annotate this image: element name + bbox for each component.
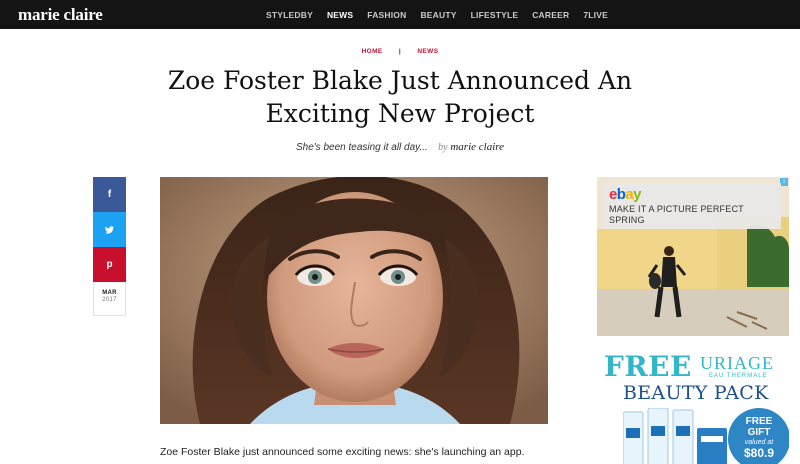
pinterest-share-button[interactable]: p: [93, 247, 126, 282]
byline-by: by: [438, 142, 448, 153]
site-logo[interactable]: marie claire: [18, 5, 103, 25]
article-subtitle: She's been teasing it all day... . by ma…: [0, 141, 800, 153]
article-body-paragraph: Zoe Foster Blake just announced some exc…: [160, 446, 525, 458]
uriage-logo: URIAGE: [700, 353, 774, 373]
nav-item-7live[interactable]: 7LIVE: [583, 10, 608, 20]
publish-month: MAR: [102, 290, 117, 296]
uriage-gift-badge: FREE GIFT valued at $80.9: [728, 408, 789, 464]
nav-item-lifestyle[interactable]: LIFESTYLE: [471, 10, 519, 20]
portrait-photo: [160, 177, 548, 424]
teaser-fade: .: [427, 142, 437, 153]
uriage-ad[interactable]: FREE URIAGE EAU THERMALE BEAUTY PACK FRE…: [597, 352, 789, 464]
article-author[interactable]: marie claire: [450, 141, 504, 153]
uriage-products-image: [623, 408, 727, 464]
twitter-icon: [105, 225, 114, 234]
article-teaser: She's been teasing it all day...: [295, 142, 428, 153]
pinterest-icon: p: [106, 259, 113, 270]
uriage-free-headline: FREE: [604, 352, 692, 383]
publish-date: MAR 2017: [93, 282, 126, 316]
ebay-ad[interactable]: i ebay MAKE IT A PICTURE PERFECT SPRING: [597, 177, 789, 336]
article-title: Zoe Foster Blake Just Announced An Excit…: [167, 66, 633, 128]
top-nav-bar: marie claire STYLEDBY NEWS FASHION BEAUT…: [0, 0, 800, 29]
ebay-ad-text: MAKE IT A PICTURE PERFECT SPRING: [609, 204, 744, 225]
ebay-ad-panel: ebay MAKE IT A PICTURE PERFECT SPRING: [603, 183, 781, 229]
nav-item-career[interactable]: CAREER: [532, 10, 569, 20]
publish-year: 2017: [102, 297, 117, 303]
breadcrumb-separator: |: [398, 48, 402, 55]
ad-choices-icon[interactable]: i: [780, 178, 788, 186]
breadcrumb-news[interactable]: NEWS: [417, 48, 438, 55]
nav-item-fashion[interactable]: FASHION: [367, 10, 406, 20]
uriage-beauty-pack: BEAUTY PACK: [623, 382, 769, 404]
breadcrumb-home[interactable]: HOME: [362, 48, 383, 55]
nav-item-styledby[interactable]: STYLEDBY: [266, 10, 313, 20]
ebay-logo: ebay: [609, 186, 641, 203]
uriage-subbrand: EAU THERMALE: [709, 373, 768, 379]
nav-item-beauty[interactable]: BEAUTY: [420, 10, 456, 20]
facebook-icon: f: [107, 189, 112, 200]
share-rail: f p MAR 2017: [93, 177, 126, 316]
twitter-share-button[interactable]: [93, 212, 126, 247]
facebook-share-button[interactable]: f: [93, 177, 126, 212]
nav-item-news[interactable]: NEWS: [327, 10, 353, 20]
hero-image: [160, 177, 548, 424]
breadcrumb: HOME | NEWS: [0, 48, 800, 55]
main-nav: STYLEDBY NEWS FASHION BEAUTY LIFESTYLE C…: [266, 0, 622, 29]
